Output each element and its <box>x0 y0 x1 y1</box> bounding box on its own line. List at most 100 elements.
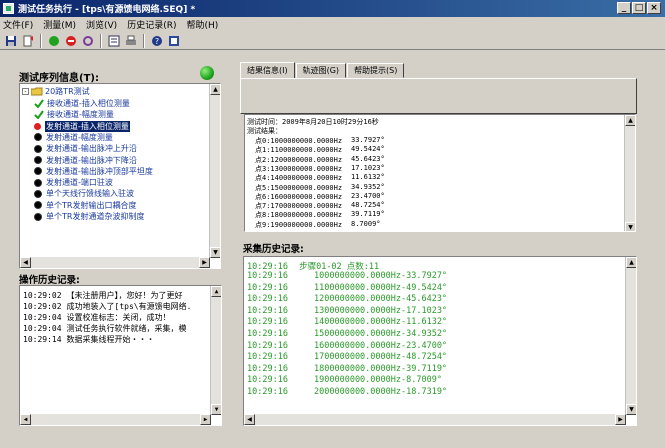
toolbar-separator <box>40 33 42 48</box>
stop-red-icon[interactable] <box>64 34 78 48</box>
history-text: 成功地装入了[tps\有源馈电网络. <box>66 302 192 311</box>
app-icon <box>3 3 14 14</box>
history-text: 设置校准标志：关闭，成功！ <box>66 313 171 322</box>
tab-trace-plot[interactable]: 轨迹图(G) <box>295 63 347 78</box>
result-point-value: 17.1023° <box>351 163 385 172</box>
tab-body <box>240 78 637 114</box>
tree-item[interactable]: 接收通道-幅度测量 <box>34 109 114 120</box>
scroll-left-icon[interactable]: ◀ <box>20 414 31 425</box>
scroll-up-icon[interactable]: ▲ <box>626 257 636 268</box>
menu-view[interactable]: 浏览(V) <box>86 18 117 31</box>
check-icon <box>34 110 44 120</box>
scroll-down-icon[interactable]: ▼ <box>211 404 221 415</box>
scroll-up-icon[interactable]: ▲ <box>210 84 220 95</box>
history-text: 【未注册用户】，您好！为了更好 <box>66 291 183 300</box>
tree-item-label: 发射通道-幅度测量 <box>46 132 113 142</box>
tree-item[interactable]: 发射通道-输出脉冲顶部平坦度 <box>34 166 153 177</box>
collect-row-text: 1300000000.0000Hz-17.1023° <box>314 305 448 316</box>
pending-ball-icon <box>34 212 42 221</box>
tree-item[interactable]: 接收通道-插入相位测量 <box>34 98 130 109</box>
scroll-left-icon[interactable]: ◀ <box>244 414 255 425</box>
collect-history-log[interactable]: 10:29:16 步骤01-02 点数:11 10:29:16 100000000… <box>243 256 637 426</box>
go-green-icon[interactable] <box>47 34 61 48</box>
collect-row-time: 10:29:16 <box>247 282 288 293</box>
maximize-button[interactable]: □ <box>632 2 646 14</box>
scroll-right-icon[interactable]: ▶ <box>615 414 626 425</box>
history-time: 10:29:02 <box>23 302 62 311</box>
tree-vscroll[interactable]: ▲ ▼ <box>209 84 220 258</box>
collect-row-time: 10:29:16 <box>247 294 288 305</box>
scroll-down-icon[interactable]: ▼ <box>625 222 635 231</box>
tree-item[interactable]: 发射通道-幅度测量 <box>34 132 113 143</box>
tab-help-tips[interactable]: 帮助提示(S) <box>347 63 405 78</box>
collect-history-label: 采集历史记录: <box>243 244 304 255</box>
close-button[interactable]: × <box>647 2 661 14</box>
tree-item[interactable]: 发射通道-输出脉冲上升沿 <box>34 143 137 154</box>
result-point-value: 33.7927° <box>351 136 385 144</box>
tree-item[interactable]: 单个TR发射输出口耦合度 <box>34 200 136 211</box>
collect-row-time: 10:29:16 <box>247 375 288 386</box>
collect-vscroll[interactable]: ▲ ▼ <box>625 257 636 415</box>
collect-row-text: 1500000000.0000Hz-34.9352° <box>314 329 448 339</box>
result-panel[interactable]: 测试时间：2009年8月20日10时29分16秒 测试结果： 点0:100000… <box>244 114 636 232</box>
menu-file[interactable]: 文件(F) <box>3 18 33 31</box>
tab-result-info[interactable]: 结果信息(I) <box>240 62 295 79</box>
window-title: 测试任务执行 - [tps\有源馈电网络.SEQ] * <box>18 5 196 15</box>
collect-row-time: 10:29:16 <box>247 363 288 374</box>
save-icon[interactable] <box>4 34 18 48</box>
collect-row-text: 1200000000.0000Hz-45.6423° <box>314 294 448 305</box>
log-hscroll[interactable]: ◀ ▶ <box>20 414 211 425</box>
scroll-right-icon[interactable]: ▶ <box>199 257 210 268</box>
help-icon[interactable]: ? <box>150 34 164 48</box>
history-row: 10:29:14 数据采集线程开始・・・ <box>23 334 155 345</box>
result-point-value: 8.7009° <box>351 219 381 228</box>
minimize-button[interactable]: _ <box>617 2 631 14</box>
operation-history-log[interactable]: 10:29:02 【未注册用户】，您好！为了更好 10:29:02 成功地装入了[tp… <box>19 285 222 426</box>
status-green-light <box>200 66 214 80</box>
toolbar-separator <box>143 33 145 48</box>
tree-root[interactable]: - 20路TR测试 <box>22 86 90 97</box>
run-icon[interactable] <box>21 34 35 48</box>
history-time: 10:29:04 <box>23 313 62 322</box>
collect-row-text: 1900000000.0000Hz-8.7009° <box>314 375 442 386</box>
menu-help[interactable]: 帮助(H) <box>186 18 218 31</box>
toolbar-separator <box>100 33 102 48</box>
result-vscroll[interactable]: ▲ ▼ <box>624 115 635 231</box>
sequence-tree[interactable]: - 20路TR测试 接收通道-插入相位测量 接收通道-幅度测量 发射通道-插入相位测… <box>19 83 221 269</box>
print-icon[interactable] <box>124 34 138 48</box>
list-icon[interactable] <box>107 34 121 48</box>
tree-item-label: 单个TR发射通道杂波抑制度 <box>46 212 145 221</box>
log-vscroll[interactable]: ▲ ▼ <box>210 286 221 415</box>
tree-item[interactable]: 单个TR发射通道杂波抑制度 <box>34 211 144 222</box>
pending-ball-icon <box>34 178 42 187</box>
collect-row-time: 10:29:16 <box>247 329 288 339</box>
check-icon <box>34 99 44 108</box>
tree-hscroll[interactable]: ◀ ▶ <box>20 257 210 268</box>
scroll-down-icon[interactable]: ▼ <box>626 404 636 415</box>
pending-ball-icon <box>34 189 42 198</box>
menu-measure[interactable]: 测量(M) <box>43 18 76 31</box>
pending-ball-icon <box>34 133 42 142</box>
scroll-right-icon[interactable]: ▶ <box>200 414 211 425</box>
tree-item[interactable]: 发射通道-插入相位测量 <box>34 120 130 132</box>
collect-row-text: 1600000000.0000Hz-23.4700° <box>314 340 448 351</box>
sequence-label: 测试序列信息(T): <box>19 73 99 84</box>
refresh-icon[interactable] <box>81 34 95 48</box>
collect-row-time: 10:29:16 <box>247 271 288 281</box>
pending-ball-icon <box>34 167 42 176</box>
tree-item-label: 发射通道-插入相位测量 <box>45 120 130 132</box>
scroll-down-icon[interactable]: ▼ <box>210 247 220 258</box>
tree-item[interactable]: 单个天线行馈线输入驻波 <box>34 188 134 199</box>
collect-hscroll[interactable]: ◀ ▶ <box>244 414 626 425</box>
scroll-left-icon[interactable]: ◀ <box>20 257 31 268</box>
history-row: 10:29:04 设置校准标志：关闭，成功！ <box>23 312 171 323</box>
tree-item[interactable]: 发射通道-端口驻波 <box>34 177 113 188</box>
scroll-up-icon[interactable]: ▲ <box>625 115 635 126</box>
tree-item[interactable]: 发射通道-输出脉冲下降沿 <box>34 155 137 166</box>
window-controls: _ □ × <box>617 2 661 14</box>
about-icon[interactable] <box>167 34 181 48</box>
scroll-up-icon[interactable]: ▲ <box>211 286 221 297</box>
collapse-icon[interactable]: - <box>22 88 29 95</box>
tree-item-label: 单个天线行馈线输入驻波 <box>46 189 134 199</box>
menu-history[interactable]: 历史记录(R) <box>127 18 176 31</box>
